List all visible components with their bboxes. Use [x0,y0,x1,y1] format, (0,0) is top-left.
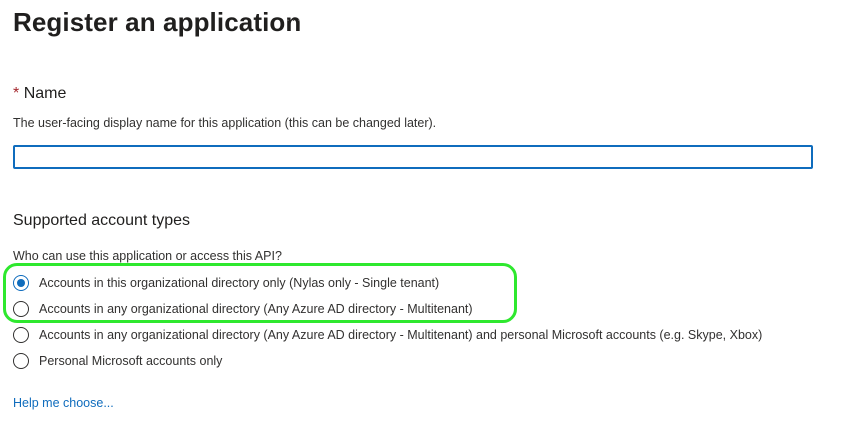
required-asterisk: * [13,85,20,102]
account-types-question: Who can use this application or access t… [13,249,282,263]
radio-button[interactable] [13,353,29,369]
more-options-button[interactable]: ··· [286,10,302,30]
radio-option-multitenant[interactable]: Accounts in any organizational directory… [13,299,473,319]
radio-option-multitenant-personal[interactable]: Accounts in any organizational directory… [13,325,762,345]
name-label-text: Name [23,85,67,102]
page-title: Register an application [13,7,302,37]
account-types-heading: Supported account types [13,212,191,229]
radio-button[interactable] [13,327,29,343]
radio-option-label: Personal Microsoft accounts only [39,354,223,368]
radio-option-label: Accounts in this organizational director… [39,276,440,290]
name-field-label: * Name [13,83,66,105]
radio-button[interactable] [13,301,29,317]
name-help-text: The user-facing display name for this ap… [13,116,437,130]
radio-button-checked[interactable] [13,275,29,291]
radio-option-single-tenant[interactable]: Accounts in this organizational director… [13,273,439,293]
help-me-choose-link[interactable]: Help me choose... [13,394,114,412]
name-input[interactable] [13,145,813,169]
radio-option-personal-only[interactable]: Personal Microsoft accounts only [13,351,222,371]
radio-option-label: Accounts in any organizational directory… [39,302,473,316]
radio-option-label: Accounts in any organizational directory… [39,328,763,342]
